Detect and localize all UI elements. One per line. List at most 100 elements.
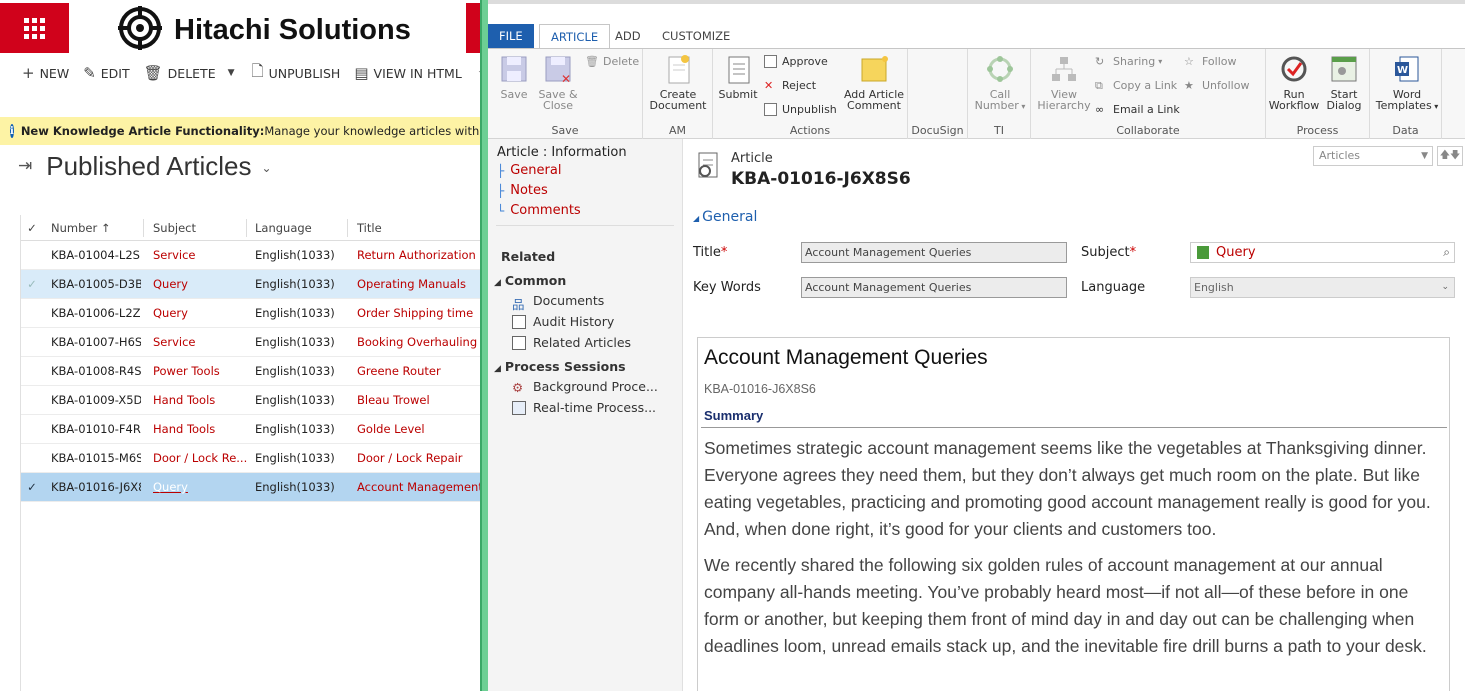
table-row[interactable]: ✓ KBA-01016-J6X8... Query English(1033) … bbox=[21, 473, 480, 502]
row-subject-link[interactable]: Query bbox=[153, 473, 249, 501]
nav-item-realtime-process[interactable]: Real-time Process... bbox=[512, 400, 656, 415]
row-title-link[interactable]: Greene Router bbox=[357, 357, 480, 385]
row-checkbox[interactable]: ✓ bbox=[21, 473, 43, 501]
reject-button[interactable]: ✕ Reject bbox=[764, 79, 816, 92]
row-subject-link[interactable]: Query bbox=[153, 270, 249, 298]
table-row[interactable]: KBA-01004-L2S... Service English(1033) R… bbox=[21, 241, 480, 270]
tab-file[interactable]: FILE bbox=[488, 24, 534, 48]
row-title-link[interactable]: Account Management Q bbox=[357, 473, 480, 501]
nav-link-comments[interactable]: └ Comments bbox=[497, 203, 581, 218]
row-subject-link[interactable]: Power Tools bbox=[153, 357, 249, 385]
add-article-comment-button[interactable]: Add Article Comment bbox=[843, 53, 905, 111]
approve-button[interactable]: Approve bbox=[764, 55, 828, 68]
tab-customize[interactable]: CUSTOMIZE bbox=[651, 24, 741, 48]
row-title-link[interactable]: Return Authorization bbox=[357, 241, 480, 269]
nav-item-documents[interactable]: 品 Documents bbox=[512, 293, 604, 312]
record-nav-arrows[interactable]: 🡅🡇 bbox=[1437, 146, 1463, 166]
view-hierarchy-button[interactable]: View Hierarchy bbox=[1037, 53, 1091, 111]
nav-process-sessions-header[interactable]: ◢ Process Sessions bbox=[494, 359, 626, 374]
table-row[interactable]: ✓ KBA-01005-D3B... Query English(1033) O… bbox=[21, 270, 480, 299]
new-button[interactable]: + NEW bbox=[22, 64, 69, 82]
subject-lookup[interactable]: Query ⌕ bbox=[1190, 242, 1455, 263]
pane-splitter[interactable] bbox=[480, 0, 488, 691]
row-subject-link[interactable]: Service bbox=[153, 241, 249, 269]
nav-item-related-articles[interactable]: Related Articles bbox=[512, 335, 631, 350]
row-subject-link[interactable]: Door / Lock Re... bbox=[153, 444, 249, 472]
row-title-link[interactable]: Door / Lock Repair bbox=[357, 444, 480, 472]
submit-button[interactable]: Submit bbox=[717, 53, 759, 100]
row-subject-link[interactable]: Service bbox=[153, 328, 249, 356]
row-subject-link[interactable]: Hand Tools bbox=[153, 386, 249, 414]
row-title-link[interactable]: Bleau Trowel bbox=[357, 386, 480, 414]
email-link-button[interactable]: ∞ Email a Link bbox=[1095, 103, 1180, 116]
sharing-button[interactable]: ↻ Sharing ▾ bbox=[1095, 55, 1162, 68]
keywords-field[interactable]: Account Management Queries bbox=[801, 277, 1067, 298]
row-number: KBA-01008-R4S... bbox=[51, 364, 141, 378]
delete-button[interactable]: 🗑 Delete bbox=[585, 55, 639, 68]
language-select[interactable]: English ⌄ bbox=[1190, 277, 1455, 298]
nav-link-general[interactable]: ├ General bbox=[497, 163, 561, 178]
tab-add[interactable]: ADD bbox=[604, 24, 652, 48]
run-workflow-button[interactable]: Run Workflow bbox=[1268, 53, 1320, 111]
edit-button[interactable]: ✎ EDIT bbox=[83, 64, 129, 82]
tab-article[interactable]: ARTICLE bbox=[539, 24, 611, 49]
unfollow-button[interactable]: ★ Unfollow bbox=[1184, 79, 1249, 92]
nav-item-background-process[interactable]: ⚙ Background Proce... bbox=[512, 379, 658, 395]
nav-link-notes[interactable]: ├ Notes bbox=[497, 183, 548, 198]
follow-button[interactable]: ☆ Follow bbox=[1184, 55, 1237, 68]
unpublish-button[interactable]: 🗋 UNPUBLISH bbox=[252, 61, 341, 86]
group-label-am: AM bbox=[668, 124, 686, 137]
word-templates-button[interactable]: W Word Templates ▾ bbox=[1374, 53, 1440, 112]
save-and-close-button[interactable]: ✕ Save & Close bbox=[536, 53, 580, 111]
row-title-link[interactable]: Golde Level bbox=[357, 415, 480, 443]
column-header-number[interactable]: Number ↑ bbox=[51, 215, 141, 241]
row-number: KBA-01006-L2Z... bbox=[51, 306, 141, 320]
arrow-up-icon[interactable]: 🡅 bbox=[1440, 150, 1450, 161]
lookup-search-icon[interactable]: ⌕ bbox=[1443, 243, 1450, 262]
grid-header-row: ✓ Number ↑ Subject Language Title bbox=[21, 215, 480, 241]
table-row[interactable]: KBA-01015-M6S... Door / Lock Re... Engli… bbox=[21, 444, 480, 473]
row-number: KBA-01015-M6S... bbox=[51, 451, 141, 465]
reject-document-icon: ✕ bbox=[764, 79, 774, 92]
column-header-subject[interactable]: Subject bbox=[153, 215, 249, 241]
unpublish-button[interactable]: Unpublish bbox=[764, 103, 837, 116]
dialog-icon bbox=[1331, 56, 1357, 82]
column-header-language[interactable]: Language bbox=[255, 215, 351, 241]
chevron-down-icon: ▼ bbox=[1421, 151, 1428, 161]
app-launcher-icon[interactable] bbox=[0, 3, 69, 53]
more-dropdown-button[interactable]: ▼ bbox=[228, 68, 240, 78]
view-selector-title[interactable]: Published Articles bbox=[46, 151, 251, 182]
chevron-down-icon: ▾ bbox=[1431, 102, 1439, 111]
content-paragraph: Sometimes strategic account management s… bbox=[704, 438, 1431, 539]
row-subject-link[interactable]: Query bbox=[153, 299, 249, 327]
table-row[interactable]: KBA-01009-X5D... Hand Tools English(1033… bbox=[21, 386, 480, 415]
save-button[interactable]: Save bbox=[496, 53, 532, 100]
row-subject-link[interactable]: Hand Tools bbox=[153, 415, 249, 443]
chevron-down-icon[interactable]: ⌄ bbox=[261, 161, 271, 175]
table-row[interactable]: KBA-01006-L2Z... Query English(1033) Ord… bbox=[21, 299, 480, 328]
title-field[interactable]: Account Management Queries bbox=[801, 242, 1067, 263]
start-dialog-button[interactable]: Start Dialog bbox=[1322, 53, 1366, 111]
table-row[interactable]: KBA-01008-R4S... Power Tools English(103… bbox=[21, 357, 480, 386]
row-title-link[interactable]: Order Shipping time bbox=[357, 299, 480, 327]
nav-common-header[interactable]: ◢ Common bbox=[494, 273, 566, 288]
call-number-button[interactable]: Call Number ▾ bbox=[974, 53, 1026, 112]
group-label-actions: Actions bbox=[789, 124, 831, 137]
select-all-checkbox[interactable]: ✓ bbox=[21, 215, 43, 241]
pin-icon[interactable]: ⇥ bbox=[18, 156, 32, 176]
table-row[interactable]: KBA-01007-H6S... Service English(1033) B… bbox=[21, 328, 480, 357]
row-title-link[interactable]: Operating Manuals bbox=[357, 270, 480, 298]
nav-item-audit-history[interactable]: Audit History bbox=[512, 314, 614, 329]
form-selector-dropdown[interactable]: Articles ▼ bbox=[1313, 146, 1433, 166]
create-document-button[interactable]: Create Document bbox=[649, 53, 707, 111]
section-general-header[interactable]: ◢ General bbox=[693, 209, 757, 225]
row-checkbox[interactable]: ✓ bbox=[21, 270, 43, 298]
row-number: KBA-01009-X5D... bbox=[51, 393, 141, 407]
column-header-title[interactable]: Title bbox=[357, 215, 480, 241]
row-title-link[interactable]: Booking Overhauling Se bbox=[357, 328, 480, 356]
copy-link-button[interactable]: ⧉ Copy a Link bbox=[1095, 79, 1177, 92]
arrow-down-icon[interactable]: 🡇 bbox=[1450, 150, 1460, 161]
view-in-html-button[interactable]: ▤ VIEW IN HTML bbox=[354, 64, 461, 82]
table-row[interactable]: KBA-01010-F4R... Hand Tools English(1033… bbox=[21, 415, 480, 444]
delete-button[interactable]: 🗑 DELETE bbox=[144, 64, 216, 82]
